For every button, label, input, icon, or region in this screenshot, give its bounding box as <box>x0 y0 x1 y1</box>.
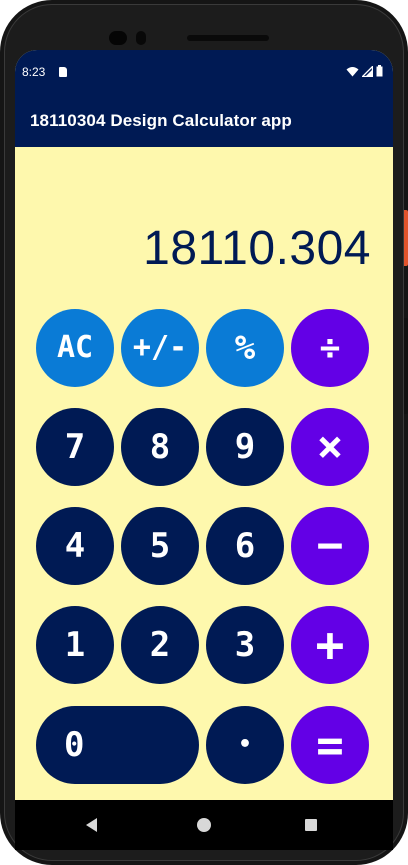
add-label: + <box>315 617 345 673</box>
decimal-label: • <box>238 732 252 757</box>
digit-6-label: 6 <box>234 526 256 566</box>
app-bar: 18110304 Design Calculator app <box>15 95 393 147</box>
screen: 8:23 18110304 Design Calculator app 1811… <box>15 50 393 850</box>
digit-7-button[interactable]: 7 <box>36 408 114 486</box>
earpiece-speaker <box>187 35 269 41</box>
status-time: 8:23 <box>22 65 46 79</box>
digit-4-label: 4 <box>64 526 86 566</box>
divide-label: ÷ <box>319 328 341 368</box>
navigation-bar <box>15 800 393 850</box>
clear-label: AC <box>56 330 94 365</box>
equals-button[interactable]: = <box>291 706 369 784</box>
clear-button[interactable]: AC <box>36 309 114 387</box>
digit-3-label: 3 <box>234 625 256 665</box>
digit-6-button[interactable]: 6 <box>206 507 284 585</box>
decimal-button[interactable]: • <box>206 706 284 784</box>
result-display: 18110.304 <box>143 222 371 275</box>
digit-2-button[interactable]: 2 <box>121 606 199 684</box>
battery-icon <box>376 65 383 77</box>
app-title: 18110304 Design Calculator app <box>30 111 292 130</box>
phone-frame: 8:23 18110304 Design Calculator app 1811… <box>0 0 408 865</box>
digit-0-label: 0 <box>64 725 85 765</box>
back-icon[interactable] <box>86 818 97 832</box>
status-bar: 8:23 <box>15 50 393 95</box>
digit-5-button[interactable]: 5 <box>121 507 199 585</box>
digit-8-label: 8 <box>149 427 171 467</box>
digit-9-button[interactable]: 9 <box>206 408 284 486</box>
percent-button[interactable]: % <box>206 309 284 387</box>
subtract-button[interactable]: − <box>291 507 369 585</box>
multiply-button[interactable]: × <box>291 408 369 486</box>
percent-label: % <box>234 328 256 368</box>
digit-1-label: 1 <box>64 625 86 665</box>
digit-1-button[interactable]: 1 <box>36 606 114 684</box>
multiply-label: × <box>316 421 344 472</box>
recents-icon[interactable] <box>305 819 317 831</box>
digit-2-label: 2 <box>149 625 171 665</box>
subtract-label: − <box>316 520 344 571</box>
digit-3-button[interactable]: 3 <box>206 606 284 684</box>
power-button[interactable] <box>404 210 408 266</box>
status-icons <box>346 65 383 77</box>
signal-icon <box>362 65 373 77</box>
plus-minus-button[interactable]: +/- <box>121 309 199 387</box>
digit-4-button[interactable]: 4 <box>36 507 114 585</box>
wifi-icon <box>346 66 359 76</box>
plus-minus-label: +/- <box>132 330 188 365</box>
front-camera <box>109 31 127 45</box>
digit-9-label: 9 <box>234 427 256 467</box>
divide-button[interactable]: ÷ <box>291 309 369 387</box>
digit-0-button[interactable]: 0 <box>36 706 199 784</box>
digit-8-button[interactable]: 8 <box>121 408 199 486</box>
volume-button[interactable] <box>404 318 408 414</box>
home-icon[interactable] <box>197 818 211 832</box>
equals-label: = <box>316 718 344 772</box>
add-button[interactable]: + <box>291 606 369 684</box>
front-sensor <box>136 31 146 45</box>
digit-7-label: 7 <box>64 427 86 467</box>
sd-card-icon <box>59 67 67 77</box>
calculator-body: 18110.304 AC +/- % ÷ 7 8 9 × 4 5 6 − 1 2… <box>15 147 393 800</box>
digit-5-label: 5 <box>149 526 171 566</box>
